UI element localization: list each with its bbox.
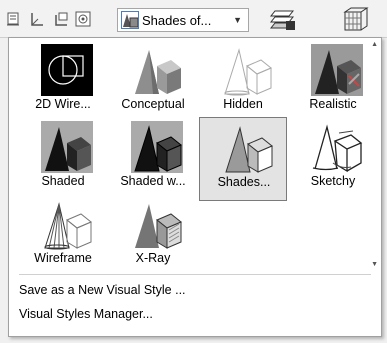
sketchy-thumb [311, 121, 363, 173]
style-tile-conceptual[interactable]: Conceptual [109, 40, 197, 124]
style-label: Wireframe [34, 251, 92, 265]
style-label: Sketchy [310, 174, 356, 188]
shades-of-gray-thumb [222, 122, 274, 174]
menu-separator [19, 274, 371, 275]
visual-styles-manager-item[interactable]: Visual Styles Manager... [19, 307, 153, 321]
x-ray-thumb [131, 198, 183, 250]
style-label: Shaded w... [120, 174, 186, 188]
style-tile-shades-of-gray[interactable]: Shades... [199, 117, 287, 201]
hidden-thumb [221, 44, 273, 96]
scroll-down-icon[interactable]: ▼ [371, 261, 378, 268]
style-label: Shades... [217, 175, 271, 189]
layered-planes-icon[interactable] [266, 4, 302, 36]
style-label: X-Ray [135, 251, 171, 265]
ucs-icon[interactable] [4, 9, 22, 29]
style-label: Conceptual [121, 97, 185, 111]
ucs-view-icon[interactable] [52, 9, 70, 29]
visual-style-icon [121, 11, 139, 29]
visual-style-combo[interactable]: Shades of... ▼ [117, 8, 249, 32]
visual-styles-gallery: 2D Wire... Conceptual Hidden Realistic S… [8, 37, 382, 337]
2d-wireframe-thumb [41, 44, 93, 96]
conceptual-thumb [131, 44, 183, 96]
style-tile-wireframe[interactable]: Wireframe [19, 194, 107, 278]
ucs-world-icon[interactable] [74, 9, 92, 29]
style-tile-sketchy[interactable]: Sketchy [289, 117, 377, 201]
wireframe-box-icon[interactable] [336, 4, 372, 36]
style-label: Hidden [223, 97, 263, 111]
visual-style-combo-value: Shades of... [142, 12, 212, 28]
style-tile-hidden[interactable]: Hidden [199, 40, 287, 124]
wireframe-thumb [41, 198, 93, 250]
ucs-face-icon[interactable] [28, 9, 46, 29]
style-label: Shaded [41, 174, 85, 188]
style-label: 2D Wire... [35, 97, 91, 111]
scroll-up-icon[interactable]: ▲ [371, 41, 378, 48]
realistic-thumb [311, 44, 363, 96]
style-tile-shaded[interactable]: Shaded [19, 117, 107, 201]
shaded-thumb [41, 121, 93, 173]
chevron-down-icon: ▼ [233, 15, 242, 25]
toolbar: Shades of... ▼ [0, 0, 387, 38]
shaded-with-edges-thumb [131, 121, 183, 173]
style-tile-realistic[interactable]: Realistic [289, 40, 377, 124]
save-as-new-visual-style-item[interactable]: Save as a New Visual Style ... [19, 283, 186, 297]
style-tile-shaded-with-edges[interactable]: Shaded w... [109, 117, 197, 201]
style-tile-2d-wireframe[interactable]: 2D Wire... [19, 40, 107, 124]
style-label: Realistic [309, 97, 357, 111]
style-tile-x-ray[interactable]: X-Ray [109, 194, 197, 278]
